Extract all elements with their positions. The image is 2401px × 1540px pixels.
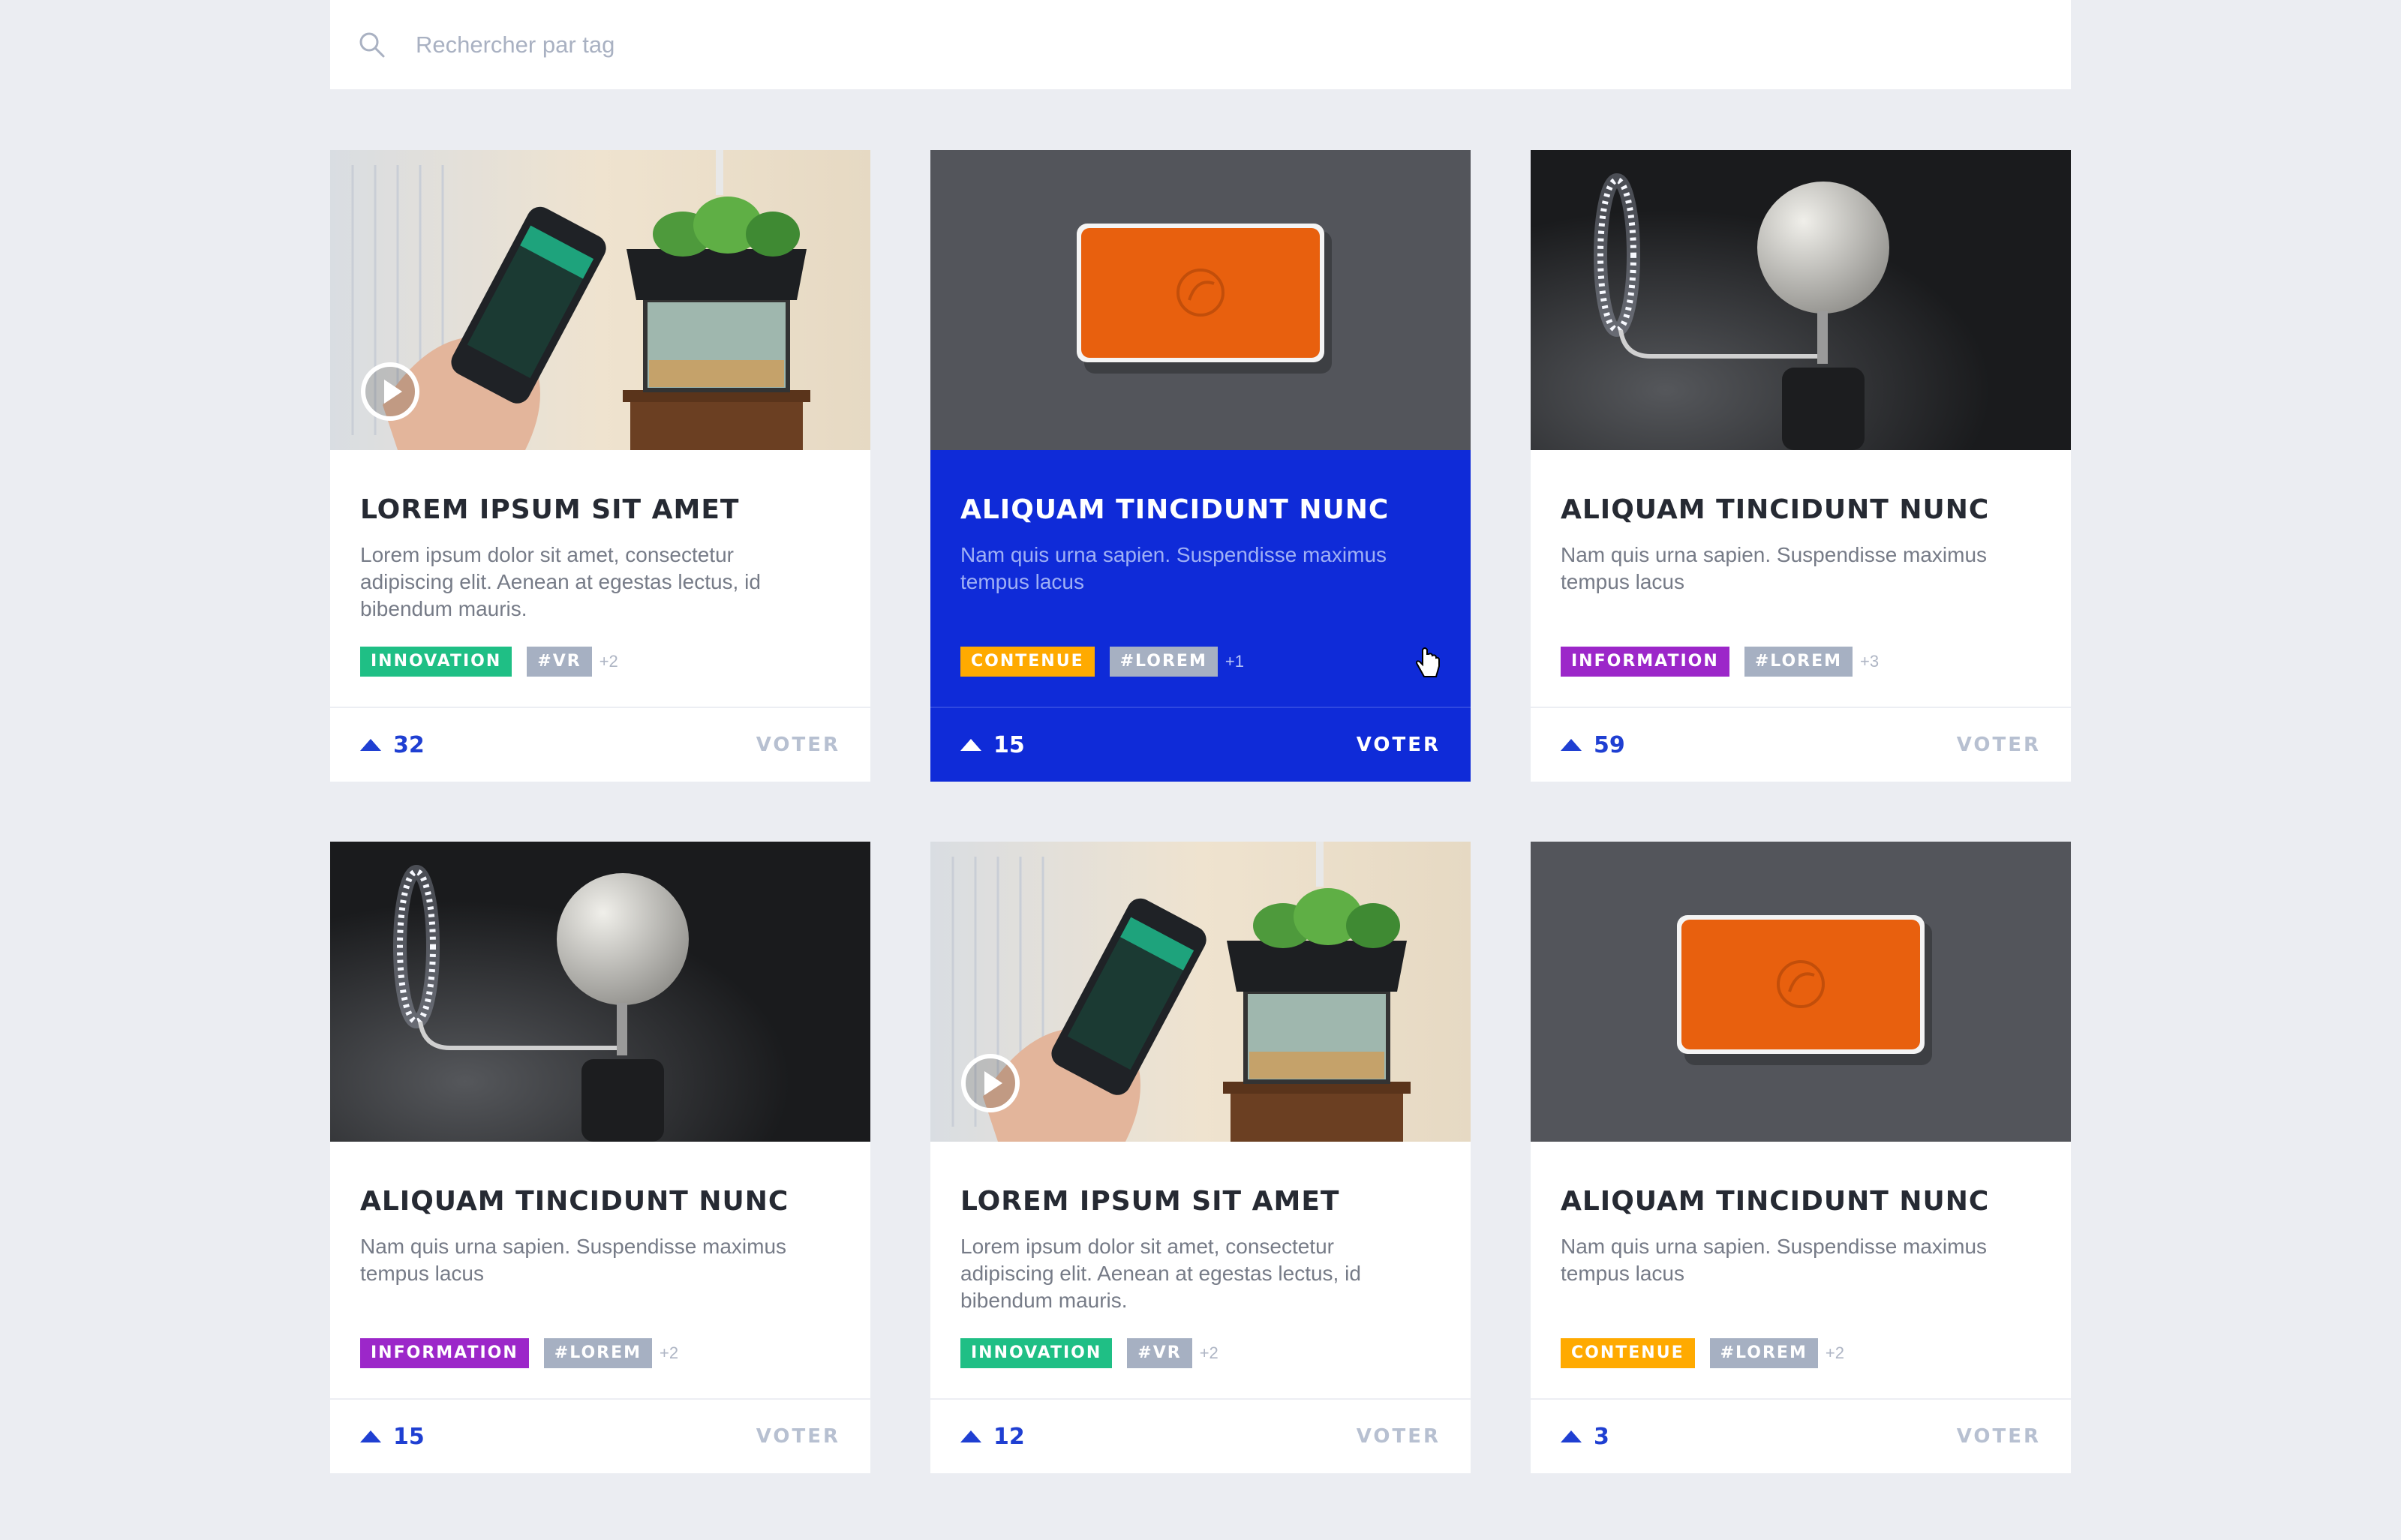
hashtag-tag[interactable]: #VR [1127, 1338, 1192, 1368]
card-image[interactable] [930, 842, 1471, 1142]
vote-number: 3 [1594, 1423, 1609, 1450]
card-footer: 15 VOTER [930, 707, 1471, 782]
hashtag-tag[interactable]: #LOREM [1744, 647, 1853, 677]
card-image[interactable] [1531, 842, 2071, 1142]
card-title: ALIQUAM TINCIDUNT NUNC [960, 494, 1390, 525]
vote-button[interactable]: VOTER [1957, 1425, 2041, 1448]
vote-count: 15 [960, 732, 1025, 758]
upvote-arrow-icon [960, 739, 981, 751]
play-icon[interactable] [360, 362, 420, 422]
category-tag[interactable]: INFORMATION [1561, 647, 1729, 677]
card-description: Nam quis urna sapien. Suspendisse maximu… [1561, 1235, 1988, 1285]
card-title: ALIQUAM TINCIDUNT NUNC [1561, 494, 1990, 525]
vote-button[interactable]: VOTER [756, 1425, 840, 1448]
hashtag-tag[interactable]: #LOREM [543, 1338, 653, 1368]
vote-number: 12 [993, 1423, 1025, 1450]
more-tags-count[interactable]: +2 [1826, 1343, 1844, 1363]
card-grid: LOREM IPSUM SIT AMET Lorem ipsum dolor s… [330, 150, 2071, 1473]
project-card[interactable]: ALIQUAM TINCIDUNT NUNC Nam quis urna sap… [1531, 150, 2071, 782]
card-description: Nam quis urna sapien. Suspendisse maximu… [1561, 543, 1988, 593]
card-title: LOREM IPSUM SIT AMET [360, 494, 740, 525]
card-description: Nam quis urna sapien. Suspendisse maximu… [360, 1235, 787, 1285]
tag-list: CONTENUE #LOREM +2 [1561, 1338, 1844, 1368]
upvote-arrow-icon [360, 739, 381, 751]
card-image[interactable] [930, 150, 1471, 450]
project-card[interactable]: LOREM IPSUM SIT AMET Lorem ipsum dolor s… [330, 150, 870, 782]
project-card[interactable]: ALIQUAM TINCIDUNT NUNC Nam quis urna sap… [330, 842, 870, 1473]
card-footer: 12 VOTER [930, 1398, 1471, 1473]
category-tag[interactable]: INFORMATION [360, 1338, 529, 1368]
vote-button[interactable]: VOTER [1357, 1425, 1441, 1448]
vote-count: 12 [960, 1424, 1025, 1450]
search-input[interactable] [416, 31, 1766, 59]
card-footer: 59 VOTER [1531, 707, 2071, 782]
vote-number: 15 [393, 1423, 425, 1450]
category-tag[interactable]: INNOVATION [960, 1338, 1113, 1368]
hashtag-tag[interactable]: #LOREM [1109, 647, 1218, 677]
vote-number: 59 [1594, 731, 1625, 758]
tag-list: INFORMATION #LOREM +2 [360, 1338, 678, 1368]
card-image[interactable] [330, 150, 870, 450]
more-tags-count[interactable]: +1 [1225, 652, 1244, 671]
card-title: ALIQUAM TINCIDUNT NUNC [1561, 1186, 1990, 1217]
card-footer: 15 VOTER [330, 1398, 870, 1473]
project-card[interactable]: LOREM IPSUM SIT AMET Lorem ipsum dolor s… [930, 842, 1471, 1473]
more-tags-count[interactable]: +2 [660, 1343, 678, 1363]
category-tag[interactable]: CONTENUE [1561, 1338, 1695, 1368]
card-title: ALIQUAM TINCIDUNT NUNC [360, 1186, 789, 1217]
category-tag[interactable]: CONTENUE [960, 647, 1095, 677]
card-description: Lorem ipsum dolor sit amet, consectetur … [360, 543, 761, 620]
project-card[interactable]: ALIQUAM TINCIDUNT NUNC Nam quis urna sap… [1531, 842, 2071, 1473]
vote-button[interactable]: VOTER [756, 734, 840, 756]
tag-list: CONTENUE #LOREM +1 [960, 647, 1244, 677]
search-icon [359, 32, 385, 57]
upvote-arrow-icon [1561, 739, 1582, 751]
vote-count: 3 [1561, 1424, 1609, 1450]
vote-button[interactable]: VOTER [1357, 734, 1441, 756]
hand-cursor-icon [1415, 647, 1440, 677]
search-bar[interactable] [330, 0, 2071, 89]
category-tag[interactable]: INNOVATION [360, 647, 512, 677]
play-icon[interactable] [960, 1053, 1020, 1113]
card-title: LOREM IPSUM SIT AMET [960, 1186, 1340, 1217]
card-footer: 3 VOTER [1531, 1398, 2071, 1473]
card-footer: 32 VOTER [330, 707, 870, 782]
upvote-arrow-icon [960, 1430, 981, 1442]
upvote-arrow-icon [360, 1430, 381, 1442]
tag-list: INFORMATION #LOREM +3 [1561, 647, 1879, 677]
more-tags-count[interactable]: +2 [599, 652, 618, 671]
tag-list: INNOVATION #VR +2 [960, 1338, 1219, 1368]
vote-button[interactable]: VOTER [1957, 734, 2041, 756]
vote-count: 15 [360, 1424, 425, 1450]
hashtag-tag[interactable]: #LOREM [1709, 1338, 1818, 1368]
more-tags-count[interactable]: +2 [1200, 1343, 1219, 1363]
vote-number: 15 [993, 731, 1025, 758]
vote-count: 59 [1561, 732, 1625, 758]
hashtag-tag[interactable]: #VR [527, 647, 592, 677]
card-description: Lorem ipsum dolor sit amet, consectetur … [960, 1235, 1361, 1312]
tag-list: INNOVATION #VR +2 [360, 647, 618, 677]
vote-number: 32 [393, 731, 425, 758]
more-tags-count[interactable]: +3 [1860, 652, 1879, 671]
project-card[interactable]: ALIQUAM TINCIDUNT NUNC Nam quis urna sap… [930, 150, 1471, 782]
card-image[interactable] [330, 842, 870, 1142]
vote-count: 32 [360, 732, 425, 758]
upvote-arrow-icon [1561, 1430, 1582, 1442]
card-description: Nam quis urna sapien. Suspendisse maximu… [960, 543, 1387, 593]
card-image[interactable] [1531, 150, 2071, 450]
